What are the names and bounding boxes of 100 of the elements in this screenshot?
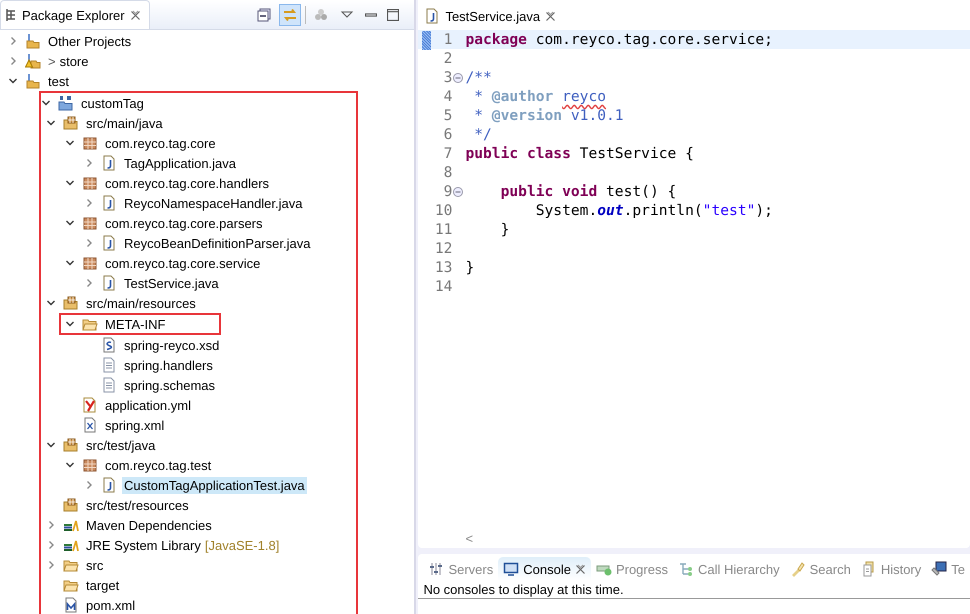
scroll-left-arrow[interactable]: < bbox=[465, 530, 474, 546]
chevron-right-icon[interactable] bbox=[46, 520, 56, 530]
tree-item[interactable]: ReycoBeanDefinitionParser.java bbox=[122, 234, 312, 252]
tree-item[interactable]: spring.schemas bbox=[122, 376, 218, 394]
tree-item[interactable]: META-INF bbox=[103, 316, 168, 332]
tree-item[interactable]: src/test/resources bbox=[84, 496, 191, 514]
change-marker bbox=[422, 31, 432, 50]
close-icon[interactable] bbox=[574, 564, 586, 574]
tree-item[interactable]: com.reyco.tag.core bbox=[103, 134, 218, 152]
chevron-down-icon[interactable] bbox=[65, 178, 75, 188]
tree-item[interactable]: test bbox=[46, 72, 71, 90]
tree-item[interactable]: spring.xml bbox=[103, 416, 166, 434]
chevron-down-icon[interactable] bbox=[41, 98, 51, 108]
tree-item[interactable]: src/test/java bbox=[84, 436, 158, 454]
project-icon bbox=[58, 95, 74, 111]
tree-item[interactable]: src bbox=[84, 556, 106, 574]
line-number: 8 bbox=[444, 164, 452, 181]
tree-item[interactable]: pom.xml bbox=[84, 596, 138, 614]
tree-item[interactable]: src/main/java bbox=[84, 114, 165, 132]
maven-file-icon bbox=[63, 597, 79, 613]
panel-tab[interactable]: Call Hierarchy bbox=[672, 557, 785, 581]
line-number: 6 bbox=[444, 126, 452, 143]
chevron-right-icon[interactable] bbox=[46, 560, 56, 570]
line-number: 12 bbox=[434, 240, 452, 257]
chevron-down-icon[interactable] bbox=[65, 258, 75, 268]
chevron-down-icon[interactable] bbox=[65, 138, 75, 148]
code-line: } bbox=[464, 259, 474, 276]
code-line: System.out.println("test"); bbox=[534, 202, 773, 219]
chevron-right-icon[interactable] bbox=[8, 56, 18, 66]
close-icon[interactable] bbox=[545, 10, 556, 22]
chevron-down-icon[interactable] bbox=[65, 460, 75, 470]
chevron-right-icon[interactable] bbox=[84, 238, 94, 248]
tree-item[interactable]: com.reyco.tag.core.service bbox=[103, 254, 262, 272]
tree-item[interactable]: customTag bbox=[79, 94, 146, 112]
panel-tab[interactable]: Servers bbox=[423, 557, 498, 581]
tree-item[interactable]: spring.handlers bbox=[122, 356, 215, 374]
tree-item[interactable]: TagApplication.java bbox=[122, 154, 238, 172]
folder-icon bbox=[25, 33, 41, 49]
chevron-right-icon[interactable] bbox=[84, 278, 94, 288]
chevron-down-icon[interactable] bbox=[46, 440, 56, 450]
chevron-right-icon[interactable] bbox=[8, 36, 18, 46]
source-folder-icon bbox=[63, 295, 79, 311]
java-file-icon bbox=[424, 8, 440, 24]
tree-item[interactable]: spring-reyco.xsd bbox=[122, 336, 222, 354]
view-tab[interactable]: Package Explorer bbox=[0, 0, 150, 29]
folder-icon bbox=[25, 73, 41, 89]
line-number: 11 bbox=[434, 221, 452, 238]
maximize-icon bbox=[387, 9, 400, 21]
java-file-icon bbox=[101, 195, 117, 211]
tree-item[interactable]: JRE System Library [JavaSE-1.8] bbox=[84, 536, 282, 554]
fold-icon[interactable] bbox=[453, 187, 464, 197]
line-number: 1 bbox=[444, 31, 452, 48]
panel-tab[interactable]: Console bbox=[498, 557, 591, 581]
chevron-right-icon[interactable] bbox=[84, 480, 94, 490]
panel-tab[interactable]: History bbox=[856, 557, 926, 581]
java-file-icon bbox=[101, 477, 117, 493]
hierarchy-icon bbox=[678, 561, 694, 577]
chevron-down-icon[interactable] bbox=[65, 218, 75, 228]
chevron-right-icon[interactable] bbox=[84, 198, 94, 208]
package-icon bbox=[82, 175, 98, 191]
tree-item[interactable]: target bbox=[84, 576, 122, 594]
chevron-down-icon[interactable] bbox=[46, 298, 56, 308]
chevron-right-icon[interactable] bbox=[84, 158, 94, 168]
tree-item[interactable]: com.reyco.tag.core.handlers bbox=[103, 174, 272, 192]
collapse-all-icon bbox=[256, 7, 272, 23]
chevron-right-icon[interactable] bbox=[46, 540, 56, 550]
code-line: public class TestService { bbox=[464, 145, 694, 162]
line-number: 13 bbox=[434, 259, 452, 276]
tree-item[interactable]: com.reyco.tag.core.parsers bbox=[103, 214, 265, 232]
terminal-icon bbox=[931, 561, 948, 577]
tree-item[interactable]: Maven Dependencies bbox=[84, 516, 214, 534]
chevron-down-icon[interactable] bbox=[8, 76, 18, 86]
panel-tab[interactable]: Search bbox=[784, 557, 856, 581]
code-line: /** bbox=[464, 69, 492, 86]
tree-item[interactable]: CustomTagApplicationTest.java bbox=[122, 476, 307, 494]
fold-icon[interactable] bbox=[453, 73, 464, 83]
tree-item[interactable]: src/main/resources bbox=[84, 294, 198, 312]
package-icon bbox=[5, 8, 17, 22]
tree-item[interactable]: application.yml bbox=[103, 396, 193, 414]
tree-item[interactable]: ReycoNamespaceHandler.java bbox=[122, 194, 304, 212]
tree-item[interactable]: TestService.java bbox=[122, 274, 221, 292]
text-file-icon bbox=[101, 357, 117, 373]
minimize-icon bbox=[365, 13, 378, 17]
tree-item[interactable]: > store bbox=[46, 52, 90, 70]
tree-item[interactable]: Other Projects bbox=[46, 32, 134, 50]
line-number: 7 bbox=[444, 145, 452, 162]
close-icon[interactable] bbox=[130, 10, 141, 20]
panel-tab[interactable]: Progress bbox=[590, 557, 673, 581]
chevron-down-icon[interactable] bbox=[46, 118, 56, 128]
panel-tab[interactable]: Te bbox=[926, 557, 970, 581]
console-message: No consoles to display at this time. bbox=[418, 581, 970, 599]
source-folder-icon bbox=[63, 497, 79, 513]
java-file-icon bbox=[101, 155, 117, 171]
chevron-down-icon[interactable] bbox=[65, 319, 75, 329]
code-line: public void test() { bbox=[500, 183, 676, 200]
code-line: } bbox=[500, 221, 510, 238]
source-folder-icon bbox=[63, 115, 79, 131]
code-line: */ bbox=[473, 126, 492, 143]
code-line: package com.reyco.tag.core.service; bbox=[464, 31, 773, 48]
tree-item[interactable]: com.reyco.tag.test bbox=[103, 456, 214, 474]
